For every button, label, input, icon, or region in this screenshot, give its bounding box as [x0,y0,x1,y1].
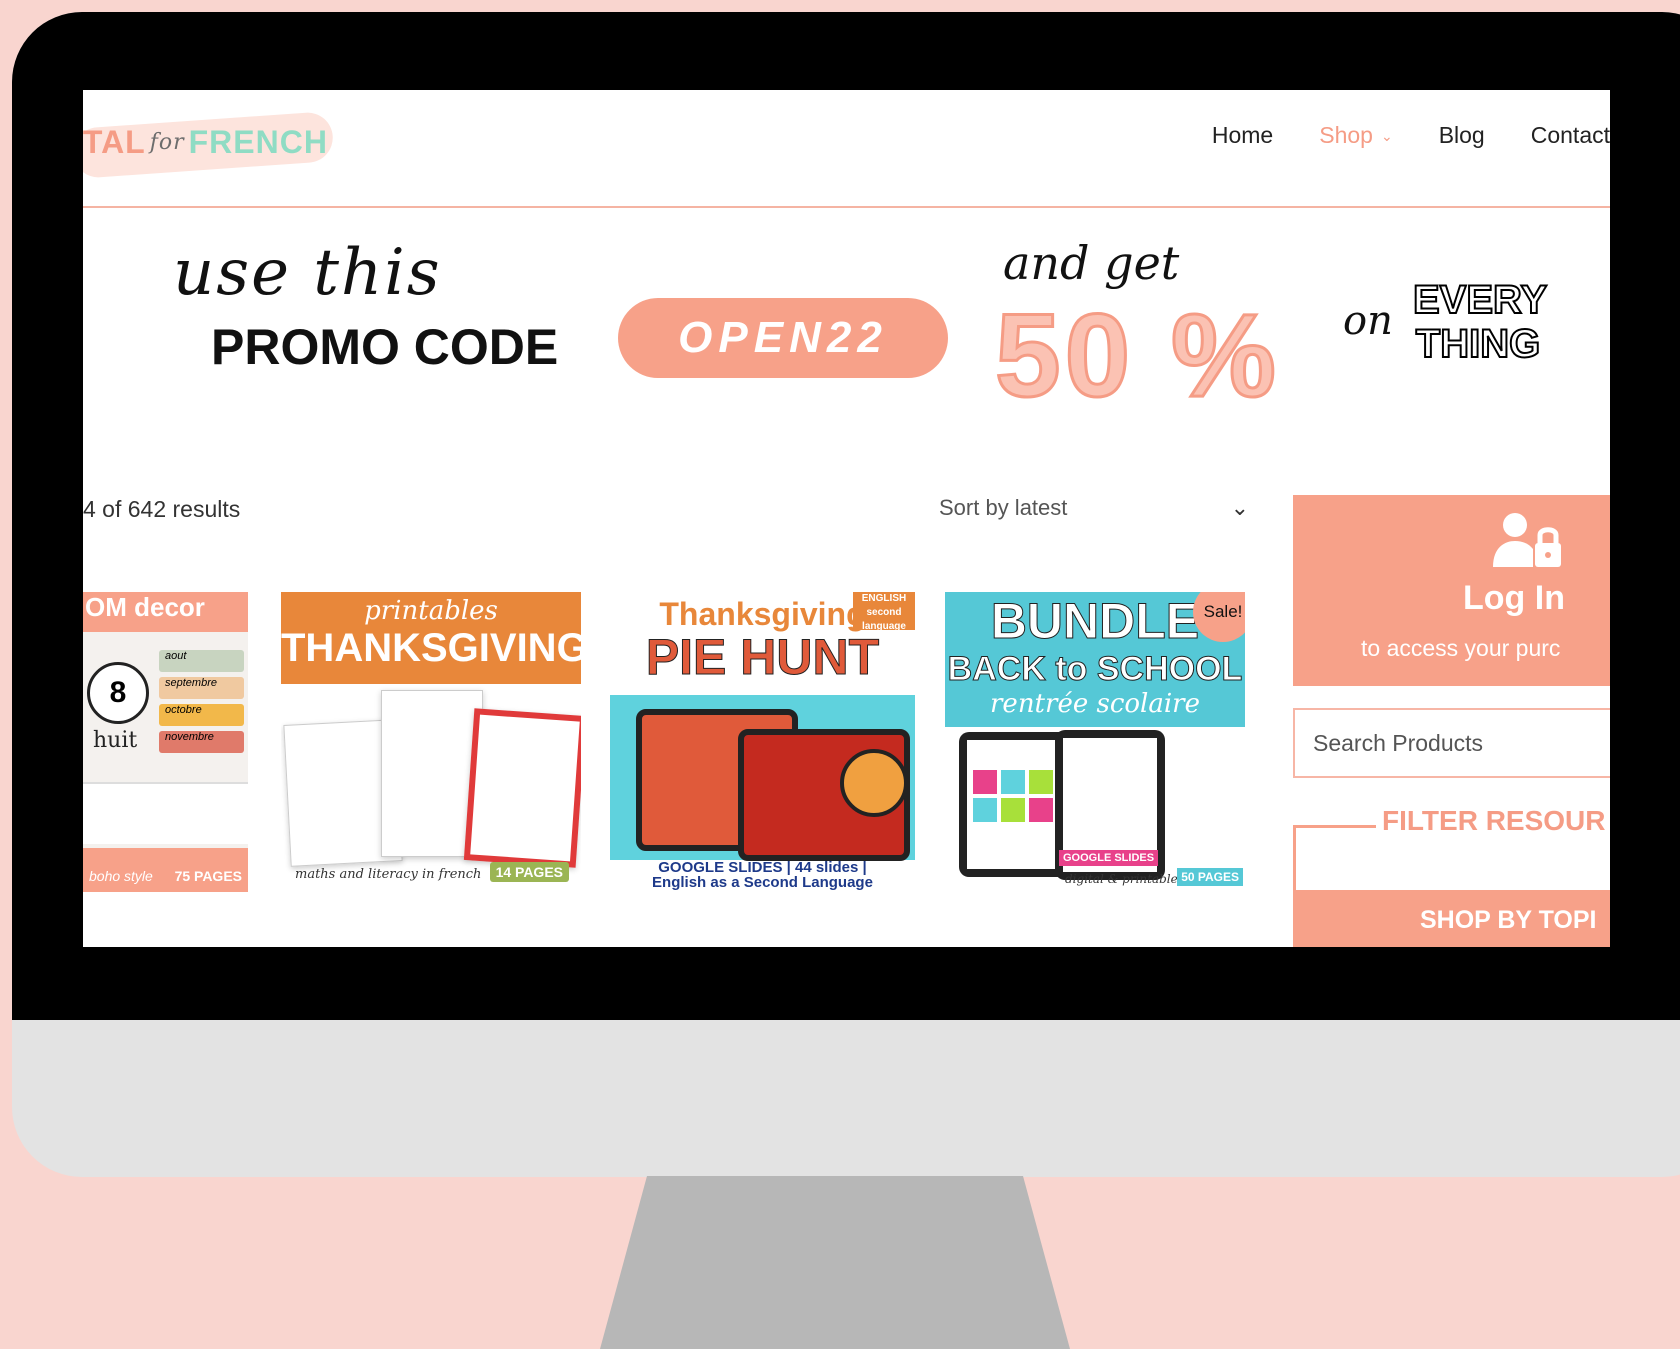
promo-every-word: EVERY [1412,277,1548,323]
pie-icon [840,749,908,817]
nav-contact[interactable]: Contact [1531,122,1610,149]
product-card[interactable]: OM decor 8 huit aout septembre octobre n… [83,592,248,892]
product-title: PIE HUNT [645,629,880,685]
desk-image [83,782,248,844]
main-nav: Home Shop ⌄ Blog Contact [1212,122,1610,149]
promo-on-text: on [1343,298,1393,344]
worksheet-image [463,708,581,868]
promo-code-label: PROMO CODE [211,319,559,375]
product-caption: digital & printable [1065,872,1178,886]
color-square [1029,770,1053,794]
chevron-down-icon: ⌄ [1380,128,1393,145]
search-placeholder: Search Products [1313,729,1484,756]
filter-heading: FILTER RESOUR [1376,805,1610,837]
product-card[interactable]: printables THANKSGIVING maths and litera… [281,592,581,892]
google-slides-badge: GOOGLE SLIDES [1059,850,1159,866]
results-count: 4 of 642 results [83,496,241,522]
login-subtitle: to access your purc [1361,635,1561,661]
product-image [610,695,915,861]
clock-number: 8 [87,662,149,724]
shop-by-topic-button[interactable]: SHOP BY TOPI [1296,890,1610,947]
logo-text-3: FRENCH [188,123,328,160]
promo-get-text: and get [1003,236,1180,290]
product-footer: boho style 75 PAGES [83,848,248,892]
promo-banner[interactable]: use this PROMO CODE OPEN22 and get 50 % … [83,208,1610,508]
sort-select-value: Sort by latest [939,495,1068,520]
product-subtitle: BACK to SCHOOL [947,650,1243,689]
product-subtitle: printables [364,596,498,626]
tablet-image [959,732,1069,877]
promo-thing-word: THING [1415,321,1541,367]
month-card: novembre [159,731,244,753]
logo-text-2: for [149,129,185,155]
site-header: ITAL for FRENCH Home Shop ⌄ Blog Contact [83,90,1610,208]
promo-code: OPEN22 [618,298,948,378]
monitor-stand [600,1176,1070,1349]
product-banner: printables THANKSGIVING [281,592,581,684]
nav-home[interactable]: Home [1212,122,1273,149]
chevron-down-icon: ⌄ [1230,495,1249,520]
month-cards: aout septembre octobre novembre [159,650,244,760]
product-pages: 75 PAGES [174,868,242,884]
site-logo[interactable]: ITAL for FRENCH [83,122,328,162]
color-square [1001,770,1025,794]
product-caption-line1: GOOGLE SLIDES | 44 slides | [658,859,867,876]
nav-blog[interactable]: Blog [1439,122,1485,149]
browser-screen: ITAL for FRENCH Home Shop⌄ Blog Contact … [83,90,1610,947]
month-card: septembre [159,677,244,699]
user-lock-icon [1493,513,1561,567]
logo-text-1: ITAL [83,123,146,160]
product-card[interactable]: Thanksgiving PIE HUNT ENGLISH second lan… [610,592,915,892]
promo-script-text: use this [173,236,442,310]
product-pages: 14 PAGES [489,862,569,882]
tablet-screen [967,740,1061,869]
login-title: Log In [1463,579,1565,617]
color-square [973,770,997,794]
search-input[interactable]: Search Products [1293,708,1610,778]
product-tagline: rentrée scolaire [990,689,1200,719]
promo-discount: 50 % [994,289,1280,424]
product-tag: boho style [89,868,153,884]
month-card: aout [159,650,244,672]
product-caption: maths and literacy in french [295,867,482,882]
clock-word: huit [93,728,138,753]
product-pages: 50 PAGES [1177,868,1243,886]
color-square [1029,798,1053,822]
product-caption: GOOGLE SLIDES | 44 slides | English as a… [610,860,915,892]
product-caption-line2: English as a Second Language [652,874,873,891]
product-title: THANKSGIVING [281,626,581,670]
promo-everything: EVERY THING [1412,277,1548,367]
nav-shop-label: Shop [1319,122,1373,148]
product-grid: OM decor 8 huit aout septembre octobre n… [83,592,1263,892]
filter-border [1296,825,1376,828]
color-square [973,798,997,822]
nav-shop[interactable]: Shop ⌄ [1319,122,1392,149]
product-title: OM decor [83,592,248,632]
login-widget[interactable]: Log In to access your purc [1293,495,1610,686]
color-square [1001,798,1025,822]
month-card: octobre [159,704,244,726]
sort-select[interactable]: Sort by latest ⌄ [939,483,1249,533]
filter-widget: FILTER RESOUR SHOP BY TOPI [1293,805,1610,947]
language-badge: ENGLISH second language [853,592,915,632]
product-card[interactable]: BUNDLE BACK to SCHOOL rentrée scolaire G… [945,592,1245,892]
